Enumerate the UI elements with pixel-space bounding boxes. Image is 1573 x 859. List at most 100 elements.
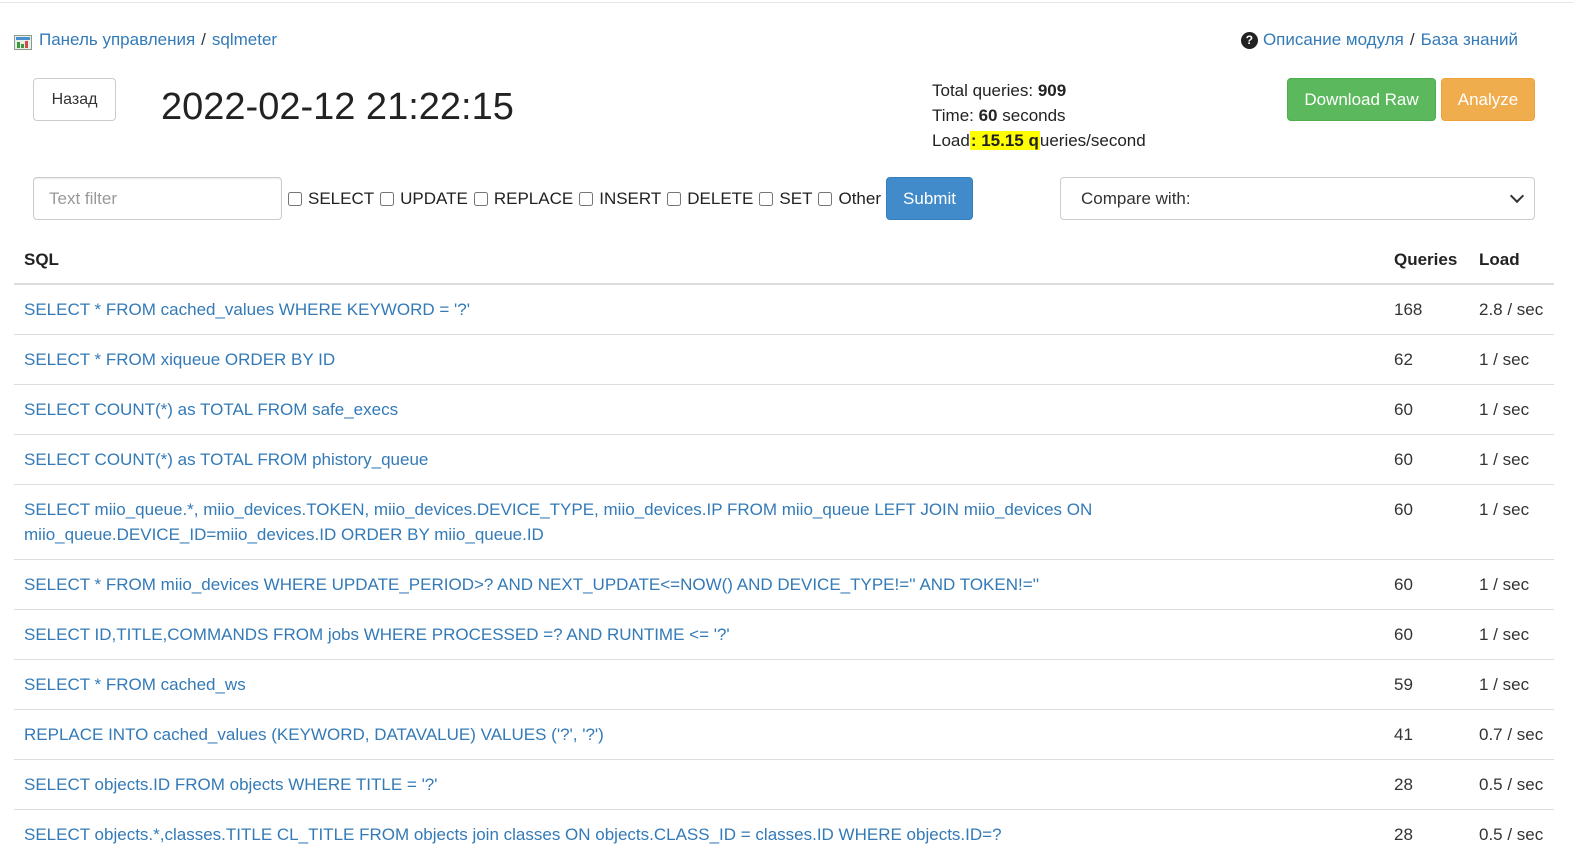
checkbox-insert[interactable]: INSERT — [579, 189, 661, 209]
queries-cell: 60 — [1384, 610, 1469, 660]
checkbox-update[interactable]: UPDATE — [380, 189, 468, 209]
help-links: ? Описание модуля / База знаний — [1241, 30, 1518, 50]
sql-cell: SELECT COUNT(*) as TOTAL FROM phistory_q… — [14, 435, 1384, 485]
breadcrumb-separator: / — [201, 30, 206, 50]
load-cell: 0.5 / sec — [1469, 810, 1554, 859]
header-sql[interactable]: SQL — [14, 238, 1384, 284]
sql-cell: SELECT * FROM cached_values WHERE KEYWOR… — [14, 284, 1384, 335]
checkbox-other[interactable]: Other — [818, 189, 881, 209]
load-cell: 1 / sec — [1469, 560, 1554, 610]
queries-cell: 60 — [1384, 385, 1469, 435]
checkbox-set-input[interactable] — [759, 192, 773, 206]
queries-cell: 41 — [1384, 710, 1469, 760]
chevron-down-icon — [1510, 189, 1524, 203]
analyze-button[interactable]: Analyze — [1441, 78, 1535, 121]
sql-cell: SELECT objects.ID FROM objects WHERE TIT… — [14, 760, 1384, 810]
table-row: SELECT COUNT(*) as TOTAL FROM safe_execs… — [14, 385, 1554, 435]
breadcrumb-home-link[interactable]: Панель управления — [39, 30, 195, 50]
compare-with-value: Compare with: — [1081, 189, 1191, 209]
load-cell: 1 / sec — [1469, 385, 1554, 435]
sql-cell: SELECT COUNT(*) as TOTAL FROM safe_execs — [14, 385, 1384, 435]
table-body: SELECT * FROM cached_values WHERE KEYWOR… — [14, 284, 1554, 859]
question-circle-icon: ? — [1241, 32, 1258, 49]
checkbox-replace-input[interactable] — [474, 192, 488, 206]
total-queries-label: Total queries: — [932, 81, 1038, 100]
compare-with-select[interactable]: Compare with: — [1060, 177, 1535, 220]
checkbox-select-input[interactable] — [288, 192, 302, 206]
checkbox-delete[interactable]: DELETE — [667, 189, 753, 209]
download-raw-button[interactable]: Download Raw — [1287, 78, 1436, 121]
time-unit: seconds — [998, 106, 1066, 125]
sql-query-link[interactable]: SELECT objects.ID FROM objects WHERE TIT… — [24, 775, 438, 794]
module-description-link[interactable]: Описание модуля — [1263, 30, 1404, 50]
text-filter-input[interactable] — [33, 177, 282, 220]
page-title: 2022-02-12 21:22:15 — [161, 86, 514, 129]
breadcrumb-current-link[interactable]: sqlmeter — [212, 30, 277, 50]
total-queries-value: 909 — [1038, 81, 1066, 100]
checkbox-insert-label: INSERT — [599, 189, 661, 209]
table-row: SELECT objects.ID FROM objects WHERE TIT… — [14, 760, 1554, 810]
sql-query-link[interactable]: SELECT * FROM cached_ws — [24, 675, 246, 694]
checkbox-update-input[interactable] — [380, 192, 394, 206]
breadcrumb: Панель управления / sqlmeter — [14, 30, 277, 50]
time-label: Time: — [932, 106, 979, 125]
checkbox-replace-label: REPLACE — [494, 189, 573, 209]
sql-cell: SELECT * FROM xiqueue ORDER BY ID — [14, 335, 1384, 385]
queries-cell: 60 — [1384, 560, 1469, 610]
table-row: SELECT * FROM miio_devices WHERE UPDATE_… — [14, 560, 1554, 610]
sql-cell: SELECT objects.*,classes.TITLE CL_TITLE … — [14, 810, 1384, 859]
sql-cell: SELECT miio_queue.*, miio_devices.TOKEN,… — [14, 485, 1384, 560]
queries-cell: 62 — [1384, 335, 1469, 385]
total-queries-line: Total queries: 909 — [932, 78, 1146, 103]
checkbox-set-label: SET — [779, 189, 812, 209]
sql-cell: SELECT * FROM cached_ws — [14, 660, 1384, 710]
sql-query-link[interactable]: SELECT objects.*,classes.TITLE CL_TITLE … — [24, 825, 1002, 844]
sql-query-link[interactable]: SELECT COUNT(*) as TOTAL FROM safe_execs — [24, 400, 398, 419]
submit-button[interactable]: Submit — [886, 177, 973, 220]
checkbox-replace[interactable]: REPLACE — [474, 189, 573, 209]
filter-form: SELECT UPDATE REPLACE INSERT DELETE SET … — [33, 177, 973, 220]
sql-query-link[interactable]: SELECT * FROM miio_devices WHERE UPDATE_… — [24, 575, 1039, 594]
queries-cell: 60 — [1384, 485, 1469, 560]
load-cell: 0.7 / sec — [1469, 710, 1554, 760]
load-cell: 1 / sec — [1469, 660, 1554, 710]
sql-query-link[interactable]: SELECT miio_queue.*, miio_devices.TOKEN,… — [24, 500, 1092, 544]
sql-query-link[interactable]: REPLACE INTO cached_values (KEYWORD, DAT… — [24, 725, 604, 744]
load-cell: 0.5 / sec — [1469, 760, 1554, 810]
load-label: Load — [932, 131, 970, 150]
sql-query-link[interactable]: SELECT COUNT(*) as TOTAL FROM phistory_q… — [24, 450, 428, 469]
table-row: SELECT objects.*,classes.TITLE CL_TITLE … — [14, 810, 1554, 859]
table-row: SELECT ID,TITLE,COMMANDS FROM jobs WHERE… — [14, 610, 1554, 660]
sql-table: SQL Queries Load SELECT * FROM cached_va… — [14, 238, 1554, 859]
sql-cell: SELECT ID,TITLE,COMMANDS FROM jobs WHERE… — [14, 610, 1384, 660]
checkbox-insert-input[interactable] — [579, 192, 593, 206]
load-unit: ueries/second — [1040, 131, 1146, 150]
links-separator: / — [1410, 30, 1415, 50]
table-row: REPLACE INTO cached_values (KEYWORD, DAT… — [14, 710, 1554, 760]
header-load[interactable]: Load — [1469, 238, 1554, 284]
time-line: Time: 60 seconds — [932, 103, 1146, 128]
load-value-highlight: : 15.15 q — [970, 131, 1040, 150]
app-icon — [14, 35, 32, 50]
stats-panel: Total queries: 909 Time: 60 seconds Load… — [932, 78, 1146, 153]
checkbox-other-input[interactable] — [818, 192, 832, 206]
back-button[interactable]: Назад — [33, 78, 116, 121]
checkbox-update-label: UPDATE — [400, 189, 468, 209]
sql-query-link[interactable]: SELECT ID,TITLE,COMMANDS FROM jobs WHERE… — [24, 625, 730, 644]
load-cell: 1 / sec — [1469, 435, 1554, 485]
sql-query-link[interactable]: SELECT * FROM cached_values WHERE KEYWOR… — [24, 300, 470, 319]
sql-query-link[interactable]: SELECT * FROM xiqueue ORDER BY ID — [24, 350, 335, 369]
checkbox-delete-input[interactable] — [667, 192, 681, 206]
checkbox-select[interactable]: SELECT — [288, 189, 374, 209]
queries-cell: 60 — [1384, 435, 1469, 485]
sql-cell: SELECT * FROM miio_devices WHERE UPDATE_… — [14, 560, 1384, 610]
knowledge-base-link[interactable]: База знаний — [1421, 30, 1518, 50]
table-row: SELECT miio_queue.*, miio_devices.TOKEN,… — [14, 485, 1554, 560]
table-row: SELECT * FROM xiqueue ORDER BY ID 621 / s… — [14, 335, 1554, 385]
checkbox-set[interactable]: SET — [759, 189, 812, 209]
table-row: SELECT * FROM cached_values WHERE KEYWOR… — [14, 284, 1554, 335]
time-value: 60 — [979, 106, 998, 125]
load-cell: 1 / sec — [1469, 335, 1554, 385]
top-border — [0, 2, 1573, 3]
header-queries[interactable]: Queries — [1384, 238, 1469, 284]
